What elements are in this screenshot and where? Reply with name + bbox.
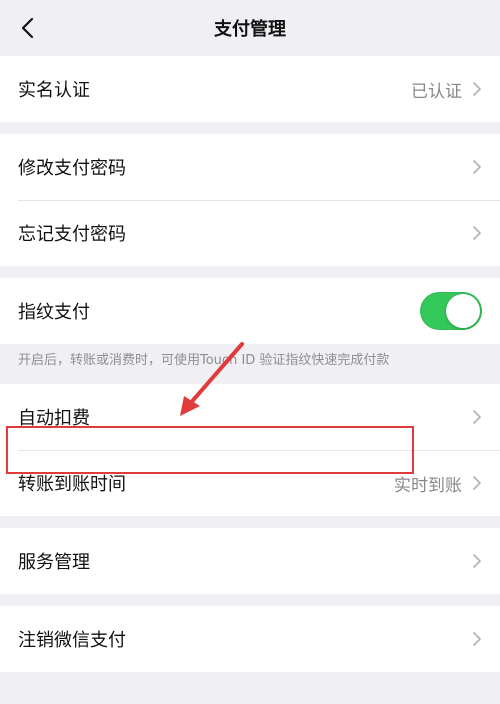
- chevron-right-icon: [472, 475, 482, 491]
- fingerprint-label: 指纹支付: [18, 302, 90, 323]
- chevron-right-icon: [472, 225, 482, 241]
- service-label: 服务管理: [18, 552, 90, 573]
- autopay-label: 自动扣费: [18, 408, 90, 429]
- realname-row[interactable]: 实名认证 已认证: [0, 56, 500, 122]
- chevron-right-icon: [472, 631, 482, 647]
- service-right: [472, 553, 482, 569]
- fingerprint-row: 指纹支付: [0, 278, 500, 344]
- autopay-row[interactable]: 自动扣费: [0, 384, 500, 450]
- change-password-right: [472, 159, 482, 175]
- forgot-password-row[interactable]: 忘记支付密码: [0, 200, 500, 266]
- cancel-wechat-pay-right: [472, 631, 482, 647]
- payment-management-page: 支付管理 实名认证 已认证 修改支付密码 忘记支付密码 指纹支付 开启后，转账或…: [0, 0, 500, 704]
- change-password-row[interactable]: 修改支付密码: [0, 134, 500, 200]
- toggle-knob: [446, 294, 480, 328]
- section-fingerprint: 指纹支付: [0, 278, 500, 344]
- fingerprint-toggle[interactable]: [420, 292, 482, 330]
- section-autopay: 自动扣费 转账到账时间 实时到账: [0, 384, 500, 516]
- chevron-left-icon: [21, 17, 34, 39]
- transfer-time-right: 实时到账: [394, 471, 482, 496]
- nav-header: 支付管理: [0, 0, 500, 56]
- cancel-wechat-pay-label: 注销微信支付: [18, 630, 126, 651]
- forgot-password-label: 忘记支付密码: [18, 224, 126, 245]
- fingerprint-hint: 开启后，转账或消费时，可使用Touch ID 验证指纹快速完成付款: [0, 344, 500, 384]
- transfer-time-label: 转账到账时间: [18, 474, 126, 495]
- realname-right: 已认证: [411, 77, 482, 102]
- section-password: 修改支付密码 忘记支付密码: [0, 134, 500, 266]
- cancel-wechat-pay-row[interactable]: 注销微信支付: [0, 606, 500, 672]
- chevron-right-icon: [472, 159, 482, 175]
- back-button[interactable]: [14, 14, 42, 42]
- section-realname: 实名认证 已认证: [0, 56, 500, 122]
- chevron-right-icon: [472, 409, 482, 425]
- realname-label: 实名认证: [18, 80, 90, 101]
- change-password-label: 修改支付密码: [18, 158, 126, 179]
- page-title: 支付管理: [214, 19, 286, 40]
- autopay-right: [472, 409, 482, 425]
- forgot-password-right: [472, 225, 482, 241]
- service-row[interactable]: 服务管理: [0, 528, 500, 594]
- realname-status: 已认证: [411, 81, 462, 102]
- chevron-right-icon: [472, 81, 482, 97]
- section-cancel: 注销微信支付: [0, 606, 500, 672]
- section-service: 服务管理: [0, 528, 500, 594]
- transfer-time-row[interactable]: 转账到账时间 实时到账: [0, 450, 500, 516]
- chevron-right-icon: [472, 553, 482, 569]
- transfer-time-value: 实时到账: [394, 475, 462, 496]
